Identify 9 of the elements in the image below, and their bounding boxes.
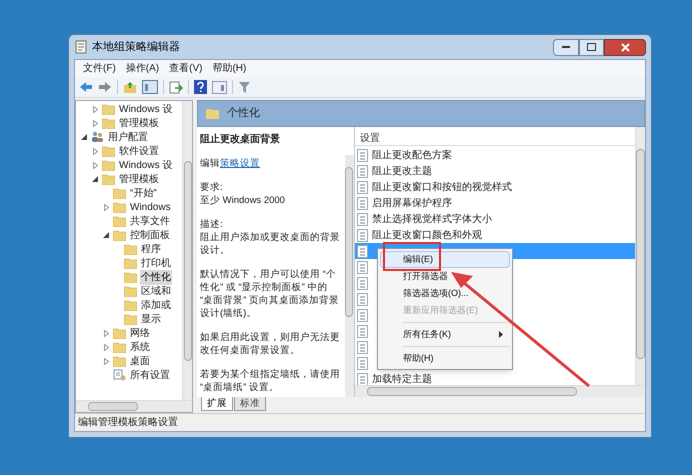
edit-label: 编辑 — [200, 158, 220, 169]
description-text: 要求: 至少 Windows 2000 — [200, 181, 286, 207]
window-title: 本地组策略编辑器 — [92, 40, 180, 55]
description-text: 默认情况下，用户可以使用 “个性化” 或 “显示控制面板” 中的 “桌面背景” 页向其桌面添加背景设计(墙纸)。 — [200, 268, 340, 320]
description-text: 若要为某个组指定墙纸，请使用 “桌面墙纸” 设置。 — [200, 368, 341, 394]
policy-title: 阻止更改桌面背景 — [200, 133, 281, 146]
description-text: 描述: 阻止用户添加或更改桌面的背景设计。 — [200, 218, 341, 257]
description-text: 如果启用此设置，则用户无法更改任何桌面背景设置。 — [200, 331, 341, 357]
header-title: 个性化 — [227, 106, 260, 122]
